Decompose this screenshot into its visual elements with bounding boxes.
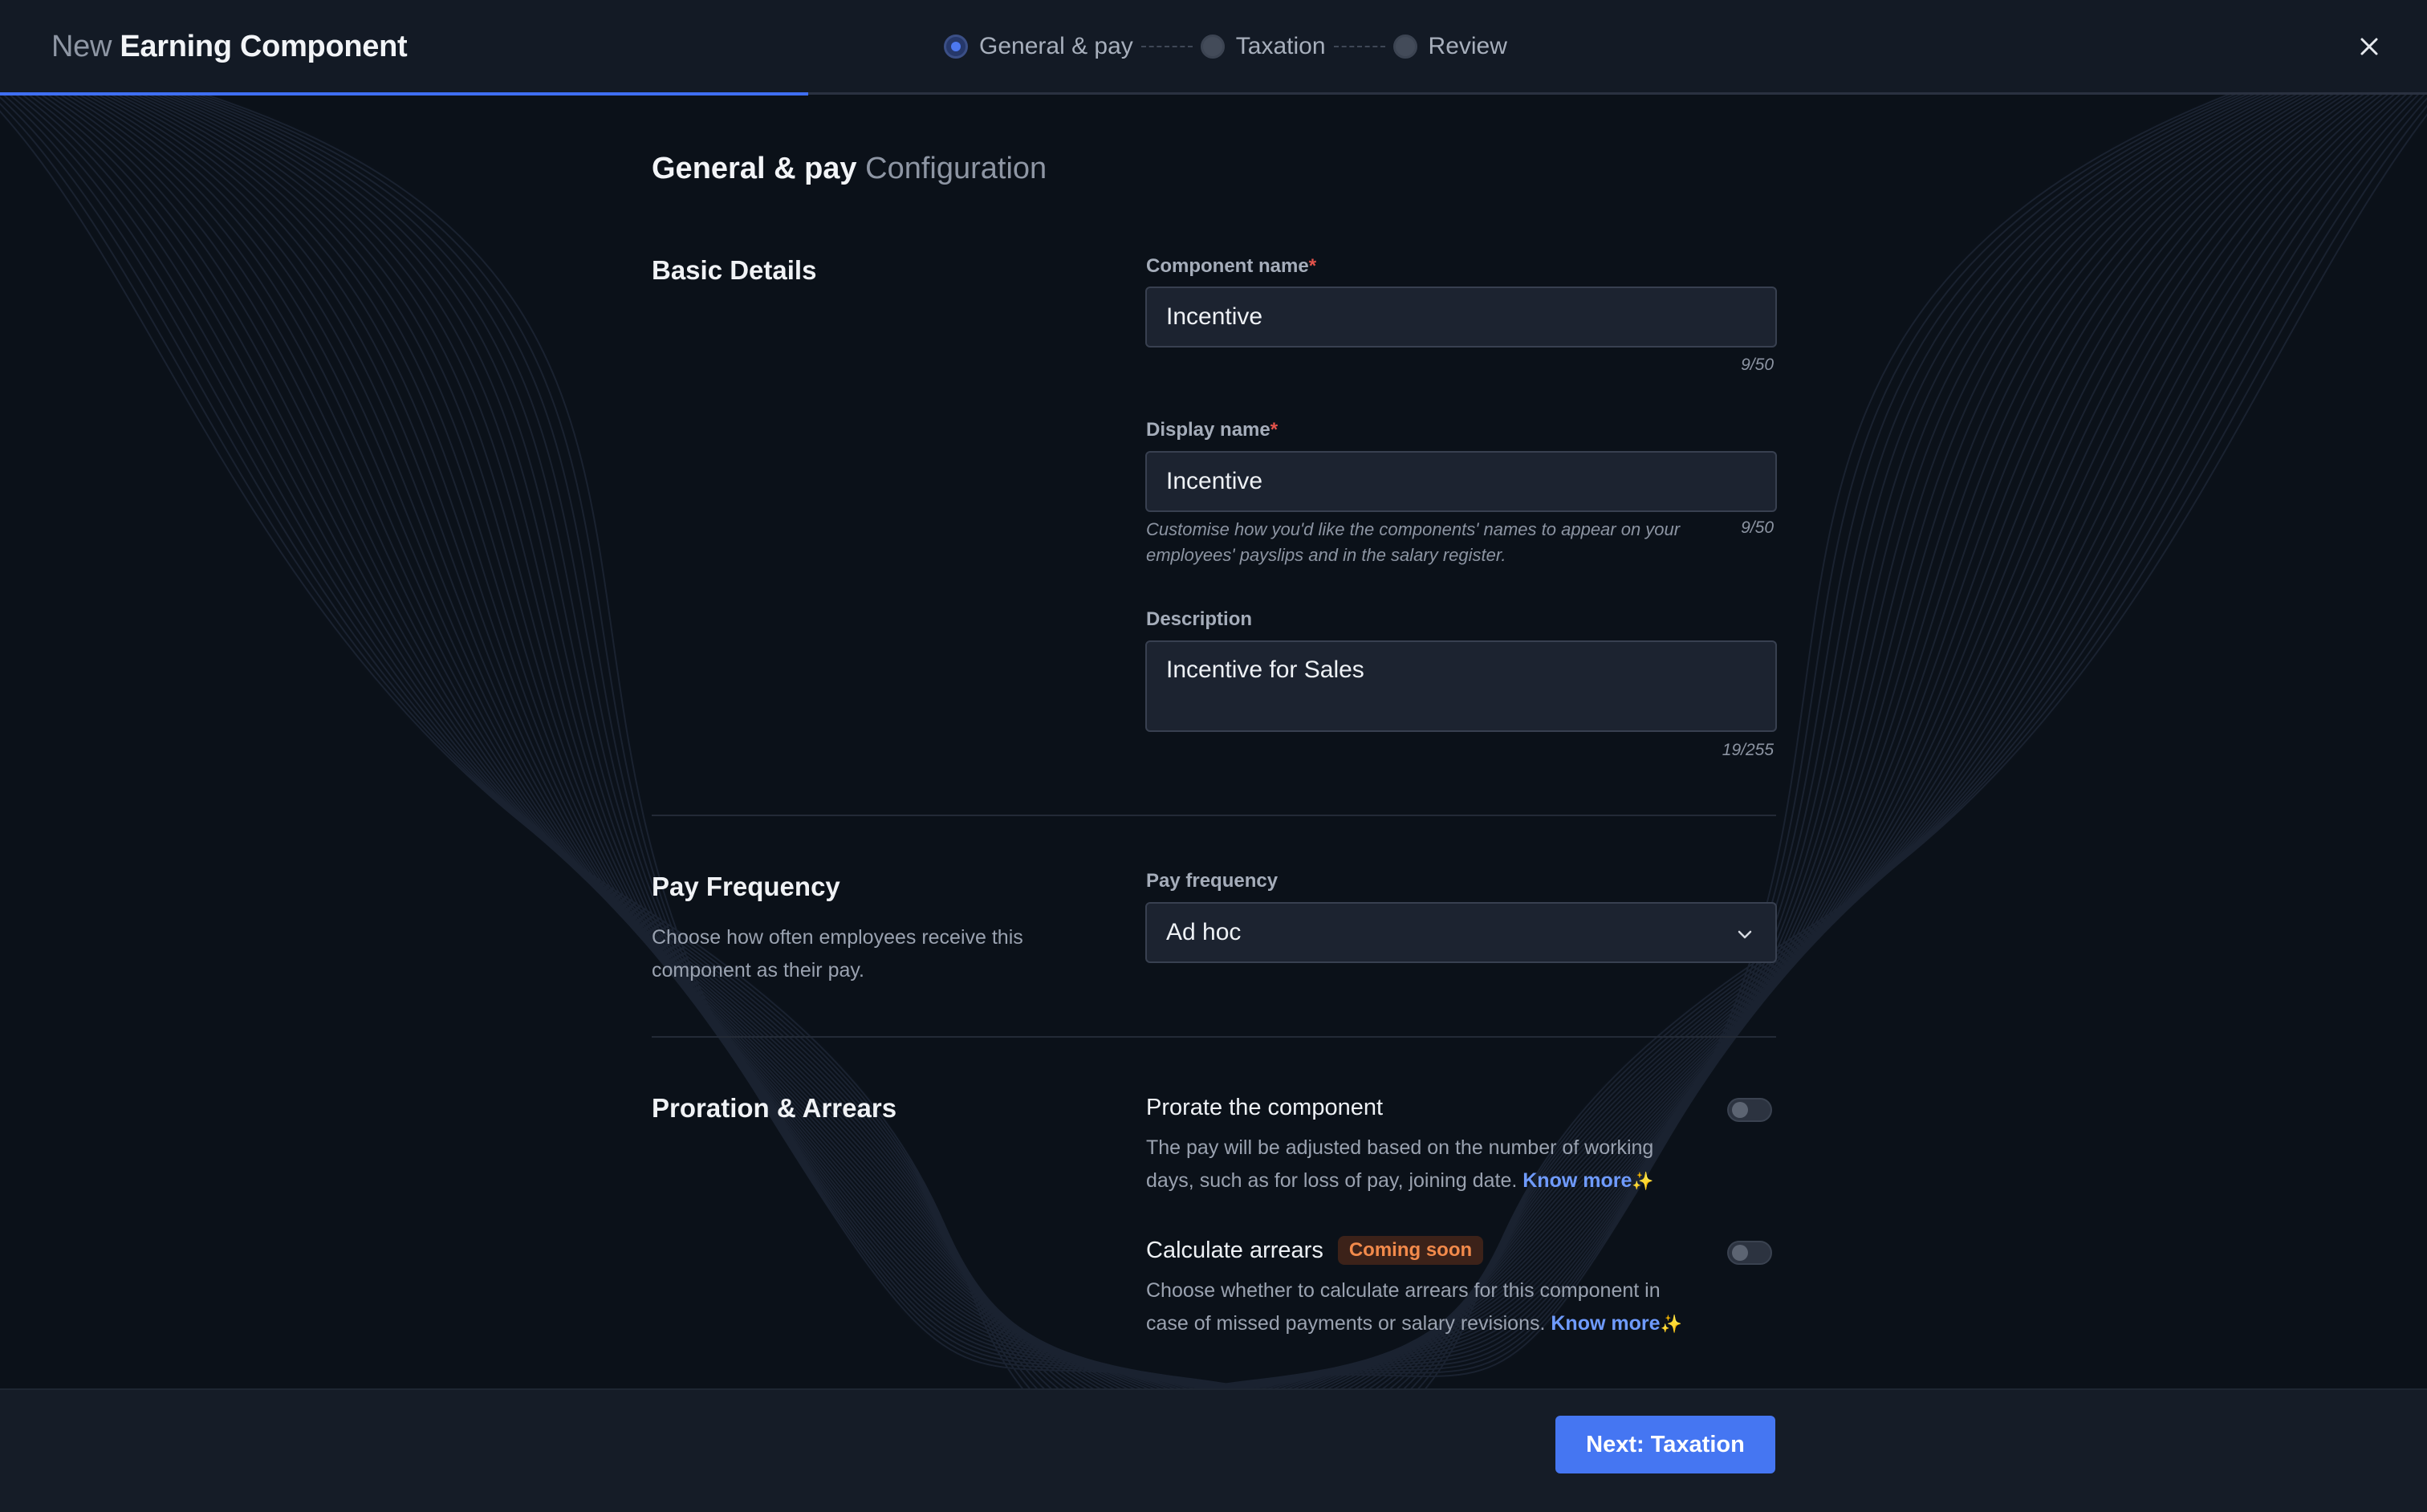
step-pending-dot-icon [1392, 35, 1417, 59]
display-name-label: Display name* [1146, 419, 1278, 441]
step-connector [1333, 46, 1385, 47]
step-review[interactable]: Review [1392, 33, 1507, 60]
step-label: General & pay [979, 33, 1133, 59]
title-main: Earning Component [120, 30, 408, 63]
pay-frequency-select[interactable]: Ad hoc [1145, 902, 1777, 963]
prorate-title: Prorate the component [1146, 1095, 1383, 1121]
step-general-pay[interactable]: General & pay [944, 33, 1133, 60]
required-mark: * [1270, 419, 1279, 441]
title-prefix: New [51, 30, 112, 63]
step-active-dot-icon [944, 35, 968, 59]
input-value: Incentive [1166, 468, 1263, 494]
description-textarea[interactable]: Incentive for Sales [1145, 640, 1777, 732]
component-name-input[interactable]: Incentive [1145, 287, 1777, 348]
arrears-title-text: Calculate arrears [1146, 1237, 1323, 1263]
prorate-title-text: Prorate the component [1146, 1095, 1384, 1120]
earning-component-page: New Earning Component General & pay Taxa… [0, 0, 2427, 1512]
select-value: Ad hoc [1166, 919, 1242, 945]
step-label: Review [1428, 33, 1507, 59]
component-name-counter: 9/50 [1741, 356, 1774, 374]
stepper: General & pay Taxation Review [944, 27, 1507, 66]
section-heading: General & pay Configuration [652, 148, 1047, 189]
sparkle-icon: ✨ [1632, 1171, 1654, 1191]
input-value: Incentive [1166, 303, 1263, 330]
step-connector [1140, 46, 1193, 47]
required-mark: * [1308, 255, 1317, 277]
close-icon [2360, 38, 2378, 55]
coming-soon-badge: Coming soon [1337, 1236, 1484, 1265]
heading-light: Configuration [865, 152, 1047, 185]
section-divider [652, 815, 1776, 816]
prorate-desc: The pay will be adjusted based on the nu… [1146, 1132, 1700, 1197]
next-taxation-button[interactable]: Next: Taxation [1555, 1416, 1775, 1473]
display-name-helper: Customise how you'd like the components'… [1146, 519, 1681, 565]
label-text: Component name [1146, 255, 1309, 277]
prorate-know-more-link[interactable]: Know more [1522, 1169, 1632, 1192]
section-divider [652, 1036, 1776, 1038]
sparkle-icon: ✨ [1660, 1314, 1682, 1334]
toggle-knob [1732, 1245, 1748, 1261]
pay-frequency-title: Pay Frequency [652, 872, 840, 901]
input-value: Incentive for Sales [1166, 656, 1364, 683]
chevron-down-icon [1738, 930, 1752, 939]
basic-details-title: Basic Details [652, 255, 817, 285]
step-pending-dot-icon [1200, 35, 1225, 59]
arrears-know-more-link[interactable]: Know more [1551, 1312, 1660, 1335]
close-button[interactable] [2347, 29, 2392, 64]
display-name-counter: 9/50 [1741, 518, 1774, 537]
arrears-toggle[interactable] [1727, 1241, 1772, 1265]
arrears-title: Calculate arrears Coming soon [1146, 1236, 1484, 1265]
component-name-label: Component name* [1146, 255, 1316, 278]
top-bar: New Earning Component General & pay Taxa… [0, 0, 2427, 95]
toggle-knob [1732, 1102, 1748, 1118]
step-taxation[interactable]: Taxation [1200, 33, 1326, 60]
pay-frequency-label: Pay frequency [1146, 870, 1279, 892]
pay-frequency-desc: Choose how often employees receive this … [652, 926, 1023, 982]
step-label: Taxation [1235, 33, 1326, 59]
label-text: Display name [1146, 419, 1270, 441]
description-label: Description [1146, 608, 1253, 630]
page-title: New Earning Component [51, 24, 408, 69]
display-name-input[interactable]: Incentive [1145, 451, 1777, 512]
heading-bold: General & pay [652, 152, 857, 185]
arrears-desc: Choose whether to calculate arrears for … [1146, 1274, 1700, 1340]
description-counter: 19/255 [1722, 741, 1774, 759]
proration-arrears-title: Proration & Arrears [652, 1093, 897, 1123]
step-progress-bar [0, 92, 808, 96]
prorate-toggle[interactable] [1727, 1098, 1772, 1122]
footer-bar [0, 1388, 2427, 1512]
